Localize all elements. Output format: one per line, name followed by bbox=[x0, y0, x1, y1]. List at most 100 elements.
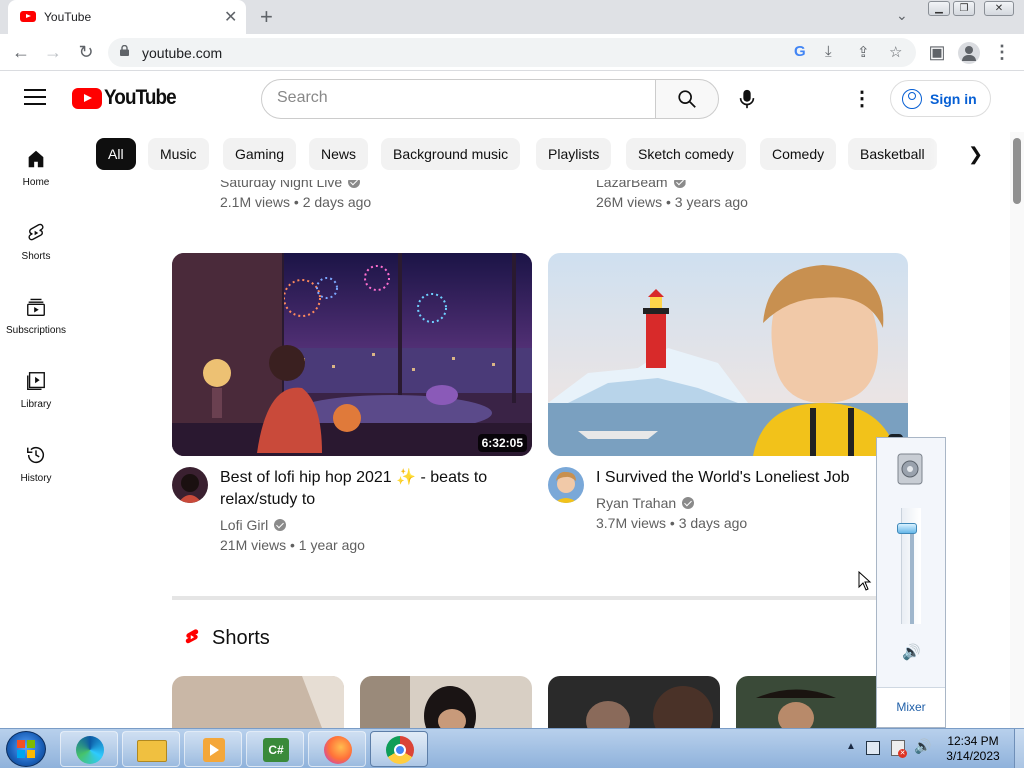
volume-popup: 🔊 Mixer bbox=[876, 437, 946, 728]
account-circle-icon bbox=[902, 89, 922, 109]
video-stats: 26M views • 3 years ago bbox=[596, 194, 748, 210]
sidebar-item-library[interactable]: Library bbox=[0, 369, 72, 410]
show-desktop-button[interactable] bbox=[1014, 729, 1024, 768]
bookmark-star-icon[interactable]: ☆ bbox=[889, 43, 902, 61]
windows-logo-icon bbox=[17, 740, 35, 758]
sidebar-item-home[interactable]: Home bbox=[0, 147, 72, 188]
channel-avatar[interactable] bbox=[548, 467, 584, 503]
video-title[interactable]: I Survived the World's Loneliest Job bbox=[596, 467, 850, 489]
chip-playlists[interactable]: Playlists bbox=[536, 138, 612, 170]
mixer-link[interactable]: Mixer bbox=[877, 687, 945, 727]
folder-icon bbox=[137, 740, 167, 762]
browser-toolbar: ← → ↻ youtube.com G ⤓ ⇪ ☆ ▣ ⋮ bbox=[0, 34, 1024, 71]
install-app-icon[interactable]: ⤓ bbox=[825, 43, 832, 60]
youtube-logo-text[interactable]: YouTube bbox=[104, 86, 177, 110]
search-box[interactable] bbox=[261, 79, 656, 119]
mute-speaker-icon[interactable]: 🔊 bbox=[902, 643, 921, 661]
section-divider bbox=[172, 596, 908, 600]
network-icon[interactable] bbox=[866, 741, 880, 755]
chip-next-chevron-icon[interactable]: ❯ bbox=[968, 144, 983, 165]
volume-tray-icon[interactable]: 🔊 bbox=[914, 738, 931, 755]
side-panel-icon[interactable]: ▣ bbox=[925, 42, 949, 63]
minimize-button[interactable]: ▁ bbox=[928, 1, 950, 16]
short-thumbnail-image bbox=[360, 676, 532, 728]
profile-avatar-icon[interactable] bbox=[958, 42, 980, 64]
taskbar-edge-button[interactable] bbox=[60, 731, 118, 767]
address-bar[interactable]: youtube.com G ⤓ ⇪ ☆ bbox=[108, 38, 916, 67]
sidebar-item-history[interactable]: History bbox=[0, 443, 72, 484]
taskbar-explorer-button[interactable] bbox=[122, 731, 180, 767]
chip-all[interactable]: All bbox=[96, 138, 136, 170]
lock-icon bbox=[120, 45, 129, 56]
video-thumbnail[interactable]: 1 bbox=[548, 253, 908, 456]
taskbar-media-button[interactable] bbox=[184, 731, 242, 767]
hamburger-menu-icon[interactable] bbox=[24, 89, 46, 107]
settings-more-icon[interactable]: ⋮ bbox=[850, 86, 874, 112]
verified-icon bbox=[682, 497, 695, 509]
sidebar-item-subscriptions[interactable]: Subscriptions bbox=[0, 295, 72, 336]
taskbar-chrome-button[interactable] bbox=[370, 731, 428, 767]
short-thumbnail[interactable] bbox=[736, 676, 876, 728]
close-tab-icon[interactable]: ✕ bbox=[224, 7, 237, 27]
sidebar-label: Subscriptions bbox=[5, 325, 67, 336]
page-scrollbar-thumb[interactable] bbox=[1013, 138, 1021, 204]
video-title[interactable]: Best of lofi hip hop 2021 ✨ - beats to re… bbox=[220, 467, 487, 511]
channel-avatar[interactable] bbox=[172, 467, 208, 503]
chip-gaming[interactable]: Gaming bbox=[223, 138, 297, 170]
sidebar-label: Shorts bbox=[21, 251, 51, 262]
share-icon[interactable]: ⇪ bbox=[857, 43, 870, 61]
start-button[interactable] bbox=[6, 731, 46, 767]
volume-slider-thumb[interactable] bbox=[897, 523, 917, 534]
shorts-logo-icon bbox=[185, 629, 199, 644]
verified-icon bbox=[673, 180, 686, 188]
browser-tab[interactable]: YouTube ✕ bbox=[8, 0, 246, 34]
close-window-button[interactable]: ✕ bbox=[984, 1, 1014, 16]
action-center-flag-icon[interactable]: ✕ bbox=[891, 740, 907, 758]
short-thumbnail[interactable] bbox=[548, 676, 720, 728]
short-thumbnail-image bbox=[548, 676, 720, 728]
reload-button[interactable]: ↻ bbox=[74, 42, 98, 63]
chrome-icon bbox=[386, 736, 414, 764]
channel-name[interactable]: Saturday Night Live bbox=[220, 180, 361, 190]
chip-basketball[interactable]: Basketball bbox=[848, 138, 937, 170]
forward-button[interactable]: → bbox=[41, 42, 65, 63]
shorts-icon bbox=[28, 223, 44, 241]
google-lens-icon[interactable]: G bbox=[794, 43, 806, 60]
page-scrollbar[interactable] bbox=[1010, 132, 1024, 728]
video-thumbnail[interactable]: 6:32:05 bbox=[172, 253, 532, 456]
ryan-trahan-thumbnail-image bbox=[548, 253, 908, 456]
taskbar-firefox-button[interactable] bbox=[308, 731, 366, 767]
chrome-menu-icon[interactable]: ⋮ bbox=[990, 42, 1014, 63]
youtube-logo-icon[interactable] bbox=[72, 88, 102, 109]
microphone-icon bbox=[739, 89, 755, 109]
url-text: youtube.com bbox=[142, 45, 223, 61]
voice-search-button[interactable] bbox=[728, 79, 768, 119]
sidebar-item-shorts[interactable]: Shorts bbox=[0, 221, 72, 262]
channel-name[interactable]: LazarBeam bbox=[596, 180, 686, 190]
mouse-cursor-icon bbox=[858, 571, 872, 591]
system-clock[interactable]: 12:34 PM 3/14/2023 bbox=[936, 734, 1010, 764]
short-thumbnail[interactable] bbox=[172, 676, 344, 728]
search-input[interactable] bbox=[277, 89, 637, 107]
chip-background-music[interactable]: Background music bbox=[381, 138, 521, 170]
video-duration: 6:32:05 bbox=[477, 434, 527, 452]
new-tab-button[interactable]: + bbox=[260, 4, 273, 30]
chip-music[interactable]: Music bbox=[148, 138, 209, 170]
sign-in-button[interactable]: Sign in bbox=[890, 80, 991, 117]
chip-sketch-comedy[interactable]: Sketch comedy bbox=[626, 138, 746, 170]
back-button[interactable]: ← bbox=[9, 42, 33, 63]
channel-name[interactable]: Ryan Trahan bbox=[596, 495, 695, 511]
channel-name[interactable]: Lofi Girl bbox=[220, 517, 287, 533]
chip-news[interactable]: News bbox=[309, 138, 369, 170]
volume-slider-fill bbox=[910, 529, 914, 624]
show-hidden-icons-arrow-icon[interactable]: ▲ bbox=[846, 741, 856, 752]
taskbar-csharp-button[interactable]: C# bbox=[246, 731, 304, 767]
restore-button[interactable]: ❐ bbox=[953, 1, 975, 16]
speaker-device-icon[interactable] bbox=[895, 453, 925, 485]
short-thumbnail[interactable] bbox=[360, 676, 532, 728]
tab-search-chevron-icon[interactable]: ⌄ bbox=[896, 7, 908, 24]
search-button[interactable] bbox=[655, 79, 719, 119]
home-icon bbox=[28, 150, 44, 168]
chip-comedy[interactable]: Comedy bbox=[760, 138, 837, 170]
youtube-favicon-icon bbox=[20, 11, 36, 22]
